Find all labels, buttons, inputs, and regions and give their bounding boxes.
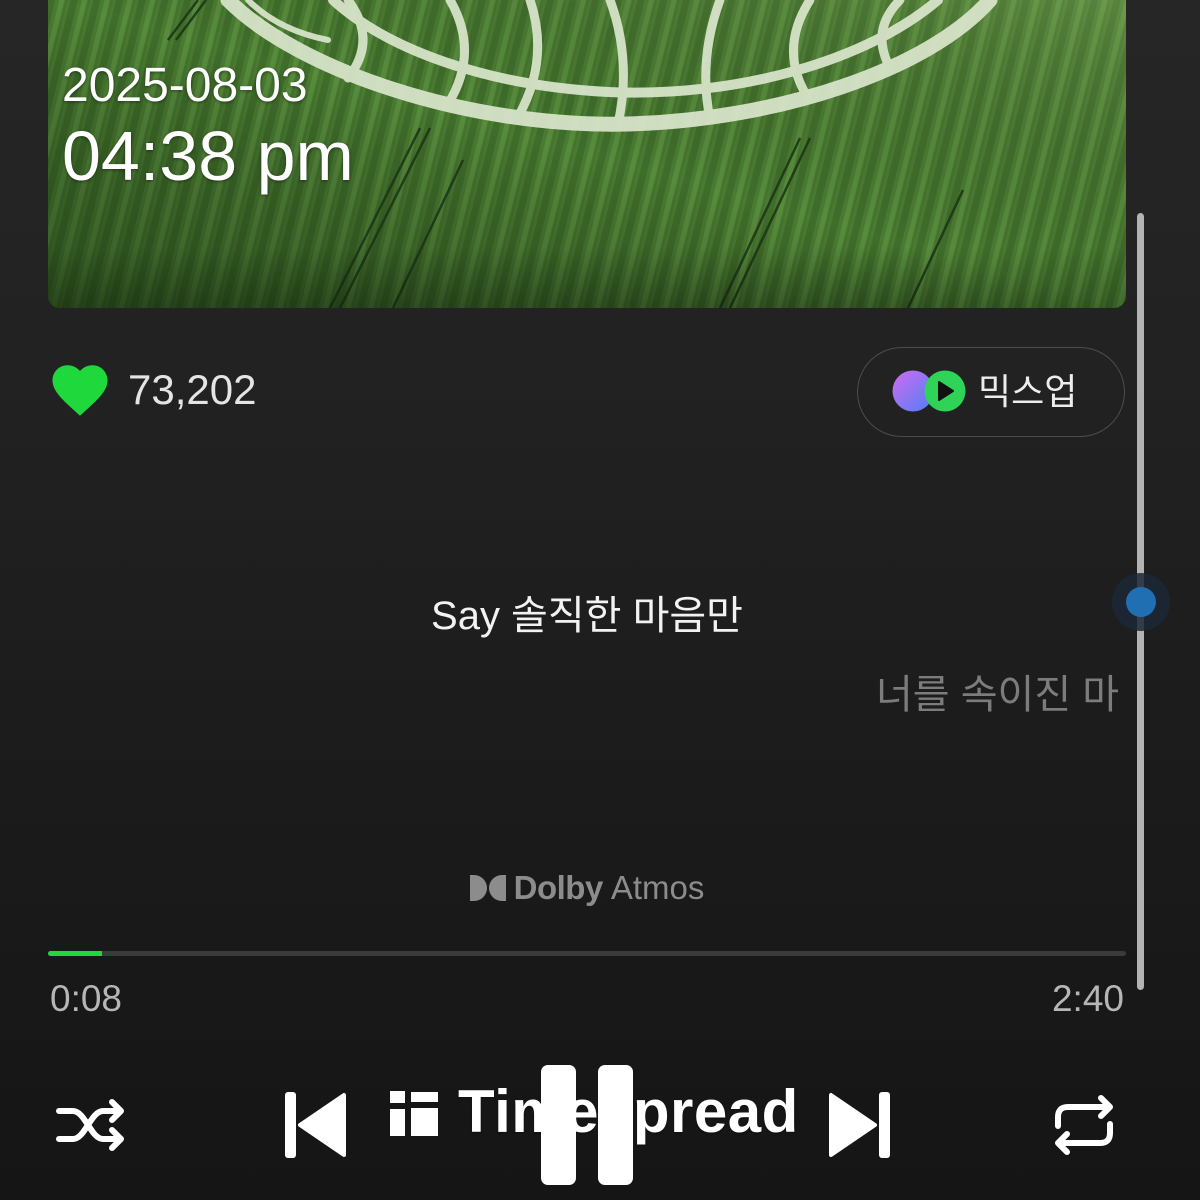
dolby-atmos-badge: Dolby Atmos — [48, 868, 1126, 908]
shuffle-button[interactable] — [55, 1097, 127, 1153]
dolby-logo-icon — [469, 875, 506, 901]
previous-track-button[interactable] — [283, 1090, 347, 1160]
pause-bar-left — [541, 1065, 576, 1185]
skip-previous-icon — [285, 1092, 346, 1158]
scrollbar-thumb[interactable] — [1125, 586, 1156, 617]
watermark-time: 04:38 pm — [62, 117, 354, 195]
lyrics-panel[interactable]: Say 솔직한 마음만 너를 속이진 마 — [48, 560, 1126, 740]
mixup-button[interactable]: 믹스업 — [857, 347, 1125, 437]
player-screen: 2025-08-03 04:38 pm 73,202 믹스업 Say 솔직한 마… — [0, 0, 1200, 1200]
progress-bar[interactable] — [48, 951, 1126, 956]
repeat-icon — [1055, 1095, 1113, 1155]
timespread-logo-icon — [390, 1091, 438, 1136]
pause-bar-right — [598, 1065, 633, 1185]
total-duration: 2:40 — [1051, 978, 1124, 1019]
lyrics-scrollbar[interactable] — [1125, 213, 1156, 990]
heart-icon — [52, 365, 108, 416]
play-pause-button[interactable] — [541, 1065, 633, 1185]
lyric-next-line[interactable]: 너를 속이진 마 — [876, 671, 1119, 741]
like-button[interactable] — [47, 357, 113, 423]
next-track-button[interactable] — [828, 1090, 892, 1160]
dolby-brand-label: Dolby — [513, 869, 604, 906]
lyric-current-line[interactable]: Say 솔직한 마음만 — [48, 592, 1126, 640]
dolby-format-label: Atmos — [610, 869, 705, 906]
watermark-date: 2025-08-03 — [62, 59, 308, 112]
shuffle-icon — [56, 1099, 124, 1151]
elapsed-time: 0:08 — [50, 978, 123, 1019]
like-count: 73,202 — [128, 366, 257, 413]
mixup-label: 믹스업 — [978, 371, 1078, 412]
repeat-button[interactable] — [1050, 1095, 1118, 1155]
skip-next-icon — [829, 1092, 890, 1158]
mixup-icon — [891, 369, 967, 413]
progress-fill — [48, 951, 102, 956]
